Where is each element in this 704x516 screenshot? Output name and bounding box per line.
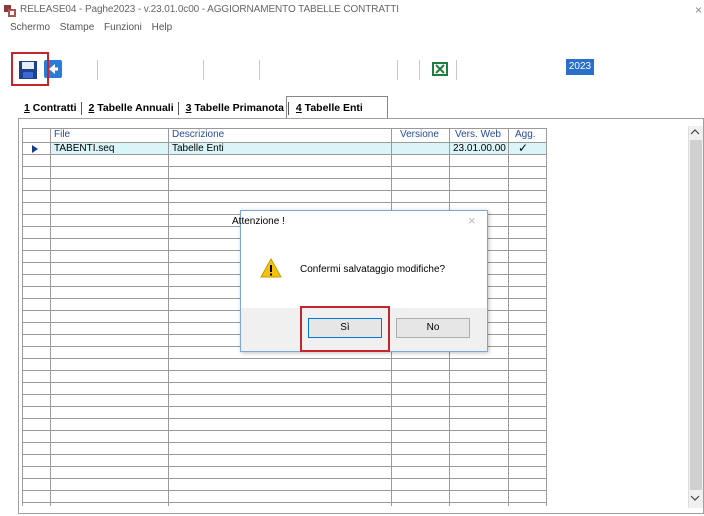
save-highlight xyxy=(11,52,49,86)
no-button[interactable]: No xyxy=(396,318,470,338)
cell-agg-check[interactable]: ✓ xyxy=(518,142,528,154)
tab-tabelle-enti[interactable]: 4 Tabelle Enti xyxy=(294,102,365,114)
grid-col-line xyxy=(508,128,509,506)
dialog-message: Confermi salvataggio modifiche? xyxy=(300,264,446,275)
grid-col-line xyxy=(546,128,547,506)
toolbar-separator xyxy=(456,60,458,80)
menu-bar: Schermo Stampe Funzioni Help xyxy=(10,22,179,36)
grid-col-line xyxy=(50,128,51,506)
col-header-descrizione[interactable]: Descrizione xyxy=(172,128,224,142)
toolbar-separator xyxy=(397,60,399,80)
grid-row-line xyxy=(22,466,546,467)
menu-help[interactable]: Help xyxy=(152,22,173,33)
grid-row-line xyxy=(22,202,546,203)
year-badge[interactable]: 2023 xyxy=(566,59,594,75)
grid-row-line xyxy=(22,142,546,143)
grid-row-line xyxy=(22,406,546,407)
scroll-down-icon[interactable] xyxy=(690,494,700,502)
grid-row-line xyxy=(22,128,546,129)
grid-row-line xyxy=(22,178,546,179)
grid-row-line xyxy=(22,370,546,371)
tab-tabelle-annuali[interactable]: 2 Tabelle Annuali xyxy=(86,102,175,114)
col-header-file[interactable]: File xyxy=(54,128,70,142)
scroll-up-icon[interactable] xyxy=(690,128,700,136)
grid-row-line xyxy=(22,502,546,503)
grid-row-line xyxy=(22,430,546,431)
excel-icon[interactable] xyxy=(432,62,448,76)
warning-icon xyxy=(260,258,282,278)
grid-row-line xyxy=(22,418,546,419)
grid-row-line xyxy=(22,154,546,155)
app-icon xyxy=(4,5,16,17)
grid-row-line xyxy=(22,490,546,491)
toolbar-separator xyxy=(259,60,261,80)
grid-row-line xyxy=(22,442,546,443)
row-pointer-icon xyxy=(32,145,38,153)
tab-contratti[interactable]: 1 Contratti xyxy=(22,102,79,114)
tab-tabelle-primanota[interactable]: 3 Tabelle Primanota xyxy=(184,102,286,114)
grid-row-line xyxy=(22,394,546,395)
grid-row-line xyxy=(22,454,546,455)
grid-col-line xyxy=(168,128,169,506)
toolbar-separator xyxy=(97,60,99,80)
toolbar xyxy=(0,55,704,83)
grid-row-line xyxy=(22,478,546,479)
dialog-title: Attenzione ! xyxy=(232,216,285,227)
menu-schermo[interactable]: Schermo xyxy=(10,22,50,33)
grid-row-line xyxy=(22,166,546,167)
yes-highlight xyxy=(300,306,390,352)
col-header-versione[interactable]: Versione xyxy=(400,128,439,142)
col-header-agg[interactable]: Agg. xyxy=(515,128,536,142)
col-header-vers-web[interactable]: Vers. Web xyxy=(455,128,501,142)
window-close-button[interactable]: × xyxy=(695,3,702,17)
menu-funzioni[interactable]: Funzioni xyxy=(104,22,142,33)
grid-row-line xyxy=(22,190,546,191)
scroll-thumb[interactable] xyxy=(690,140,702,490)
toolbar-separator xyxy=(203,60,205,80)
grid-row-line xyxy=(22,382,546,383)
grid-col-line xyxy=(22,128,23,506)
toolbar-separator xyxy=(419,60,421,80)
dialog-close-icon[interactable]: × xyxy=(468,213,476,228)
window-title: RELEASE04 - Paghe2023 - v.23.01.0c00 - A… xyxy=(20,4,399,15)
grid-row-line xyxy=(22,358,546,359)
menu-stampe[interactable]: Stampe xyxy=(60,22,94,33)
